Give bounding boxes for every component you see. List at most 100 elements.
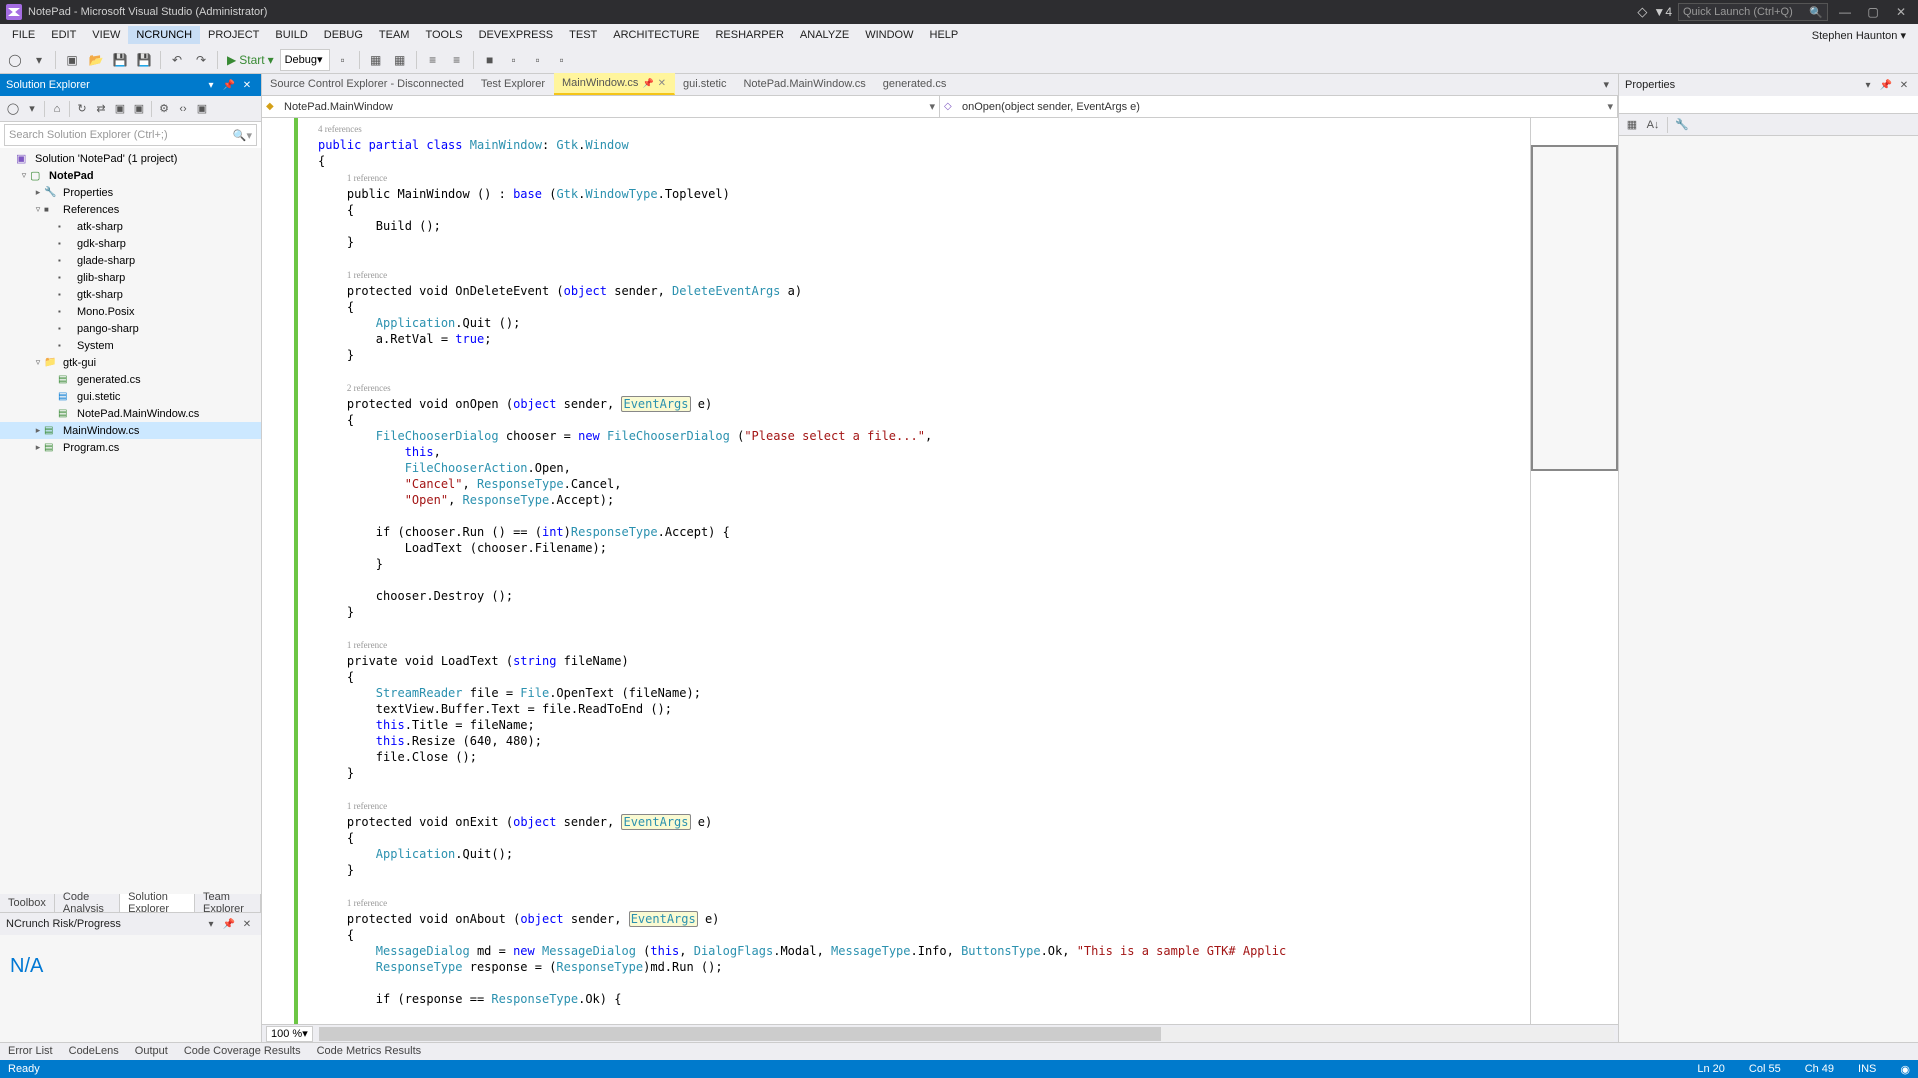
doc-tab-active[interactable]: MainWindow.cs 📌✕ — [554, 73, 675, 95]
panel-dropdown-button[interactable]: ▾ — [203, 77, 219, 93]
zoom-dropdown[interactable]: 100 % ▾ — [266, 1026, 313, 1042]
tree-item[interactable]: System — [0, 337, 261, 354]
tab-code-metrics[interactable]: Code Metrics Results — [309, 1043, 430, 1060]
panel-close-button[interactable]: ✕ — [239, 916, 255, 932]
tb-btn[interactable]: ■ — [479, 49, 501, 71]
doc-tab[interactable]: NotePad.MainWindow.cs — [735, 73, 874, 95]
tree-item[interactable]: ▸MainWindow.cs — [0, 422, 261, 439]
user-menu[interactable]: Stephen Haunton ▾ — [1804, 26, 1914, 45]
close-tab-button[interactable]: ✕ — [658, 78, 666, 89]
se-btn[interactable]: ▾ — [23, 100, 41, 118]
code-area[interactable]: 4 references public partial class MainWi… — [312, 118, 1530, 1024]
tb-btn[interactable]: ▫ — [332, 49, 354, 71]
tb-btn[interactable]: ▦ — [365, 49, 387, 71]
tab-error-list[interactable]: Error List — [0, 1043, 61, 1060]
minimize-button[interactable]: — — [1834, 3, 1856, 21]
tab-solution-explorer[interactable]: Solution Explorer — [120, 894, 195, 912]
menu-window[interactable]: WINDOW — [857, 26, 921, 44]
menu-view[interactable]: VIEW — [84, 26, 128, 44]
menu-file[interactable]: FILE — [4, 26, 43, 44]
doc-tab[interactable]: Test Explorer — [473, 73, 554, 95]
nav-member-dropdown[interactable]: onOpen(object sender, EventArgs e)▾ — [940, 96, 1618, 117]
menu-team[interactable]: TEAM — [371, 26, 418, 44]
properties-object-selector[interactable] — [1619, 96, 1918, 114]
tab-overflow-button[interactable]: ▾ — [1595, 73, 1618, 95]
tree-item[interactable]: atk-sharp — [0, 218, 261, 235]
notification-icon[interactable]: ◇ — [1637, 4, 1647, 20]
pin-icon[interactable]: 📌 — [642, 78, 653, 89]
tb-btn[interactable]: ▫ — [551, 49, 573, 71]
tab-code-coverage[interactable]: Code Coverage Results — [176, 1043, 309, 1060]
back-button[interactable]: ◯ — [4, 49, 26, 71]
tree-item[interactable]: generated.cs — [0, 371, 261, 388]
tree-item[interactable]: ▿NotePad — [0, 167, 261, 184]
open-file-button[interactable]: 📂 — [85, 49, 107, 71]
se-btn[interactable]: ⚙ — [155, 100, 173, 118]
categorized-button[interactable]: ▦ — [1623, 116, 1641, 134]
tab-output[interactable]: Output — [127, 1043, 176, 1060]
se-home-button[interactable]: ⌂ — [48, 100, 66, 118]
panel-pin-button[interactable]: 📌 — [221, 916, 237, 932]
doc-tab[interactable]: Source Control Explorer - Disconnected — [262, 73, 473, 95]
tree-item[interactable]: gdk-sharp — [0, 235, 261, 252]
menu-help[interactable]: HELP — [922, 26, 967, 44]
redo-button[interactable]: ↷ — [190, 49, 212, 71]
se-btn[interactable]: ▣ — [130, 100, 148, 118]
menu-test[interactable]: TEST — [561, 26, 605, 44]
minimap[interactable] — [1530, 118, 1618, 1024]
panel-close-button[interactable]: ✕ — [239, 77, 255, 93]
menu-edit[interactable]: EDIT — [43, 26, 84, 44]
config-dropdown[interactable]: Debug ▾ — [280, 49, 330, 71]
tree-item[interactable]: glade-sharp — [0, 252, 261, 269]
tb-btn[interactable]: ▫ — [503, 49, 525, 71]
tree-item[interactable]: ▿References — [0, 201, 261, 218]
save-button[interactable]: 💾 — [109, 49, 131, 71]
se-btn[interactable]: ▣ — [193, 100, 211, 118]
tab-toolbox[interactable]: Toolbox — [0, 894, 55, 912]
tb-btn[interactable]: ▦ — [389, 49, 411, 71]
menu-build[interactable]: BUILD — [267, 26, 315, 44]
tree-item[interactable]: gtk-sharp — [0, 286, 261, 303]
doc-tab[interactable]: gui.stetic — [675, 73, 735, 95]
nav-type-dropdown[interactable]: NotePad.MainWindow▾ — [262, 96, 940, 117]
se-btn[interactable]: ⇄ — [92, 100, 110, 118]
tree-item[interactable]: ▸Properties — [0, 184, 261, 201]
menu-ncrunch[interactable]: NCRUNCH — [128, 26, 200, 44]
tb-btn[interactable]: ≡ — [422, 49, 444, 71]
menu-devexpress[interactable]: DEVEXPRESS — [471, 26, 562, 44]
tree-item[interactable]: gui.stetic — [0, 388, 261, 405]
panel-pin-button[interactable]: 📌 — [221, 77, 237, 93]
undo-button[interactable]: ↶ — [166, 49, 188, 71]
horizontal-scrollbar[interactable] — [319, 1027, 1614, 1041]
se-btn[interactable]: ‹› — [174, 100, 192, 118]
alphabetical-button[interactable]: A↓ — [1644, 116, 1662, 134]
menu-debug[interactable]: DEBUG — [316, 26, 371, 44]
menu-project[interactable]: PROJECT — [200, 26, 267, 44]
tree-item[interactable]: Solution 'NotePad' (1 project) — [0, 150, 261, 167]
tab-team-explorer[interactable]: Team Explorer — [195, 894, 261, 912]
tab-code-analysis[interactable]: Code Analysis — [55, 894, 120, 912]
tb-btn[interactable]: ≡ — [446, 49, 468, 71]
doc-tab[interactable]: generated.cs — [875, 73, 956, 95]
maximize-button[interactable]: ▢ — [1862, 3, 1884, 21]
panel-pin-button[interactable]: 📌 — [1878, 77, 1894, 93]
flag-icon[interactable]: ▼4 — [1653, 5, 1672, 19]
solution-explorer-search[interactable]: Search Solution Explorer (Ctrl+;) 🔍▾ — [4, 124, 257, 146]
panel-dropdown-button[interactable]: ▾ — [203, 916, 219, 932]
se-btn[interactable]: ▣ — [111, 100, 129, 118]
menu-architecture[interactable]: ARCHITECTURE — [605, 26, 707, 44]
se-back-button[interactable]: ◯ — [4, 100, 22, 118]
forward-button[interactable]: ▾ — [28, 49, 50, 71]
panel-dropdown-button[interactable]: ▾ — [1860, 77, 1876, 93]
new-project-button[interactable]: ▣ — [61, 49, 83, 71]
menu-resharper[interactable]: RESHARPER — [707, 26, 791, 44]
save-all-button[interactable]: 💾 — [133, 49, 155, 71]
tb-btn[interactable]: ▫ — [527, 49, 549, 71]
menu-analyze[interactable]: ANALYZE — [792, 26, 857, 44]
close-button[interactable]: ✕ — [1890, 3, 1912, 21]
start-button[interactable]: ▶ Start ▾ — [223, 53, 278, 67]
panel-close-button[interactable]: ✕ — [1896, 77, 1912, 93]
menu-tools[interactable]: TOOLS — [417, 26, 470, 44]
tree-item[interactable]: NotePad.MainWindow.cs — [0, 405, 261, 422]
tab-codelens[interactable]: CodeLens — [61, 1043, 127, 1060]
